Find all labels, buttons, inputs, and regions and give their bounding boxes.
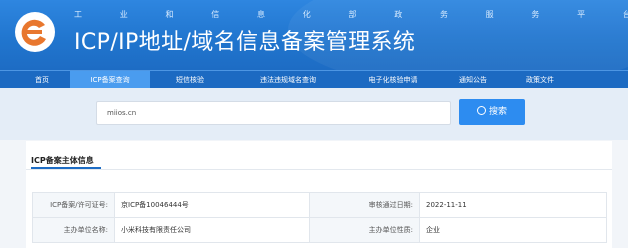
search-area: miios.cn 搜索: [0, 88, 628, 140]
section-title: ICP备案主体信息: [31, 156, 94, 165]
miit-logo-icon[interactable]: [12, 8, 58, 54]
license-number-value: 京ICP备10046444号: [114, 192, 310, 218]
table-row: ICP备案/许可证号: 京ICP备10046444号 审核通过日期: 2022-…: [32, 192, 607, 218]
icp-info-table: ICP备案/许可证号: 京ICP备10046444号 审核通过日期: 2022-…: [32, 192, 607, 243]
nav-item-e-verify-apply[interactable]: 电子化核验申请: [348, 71, 438, 89]
section-divider: [26, 169, 612, 170]
search-button-label: 搜索: [488, 107, 507, 117]
nav-item-home[interactable]: 首页: [22, 71, 62, 89]
nav-item-notices[interactable]: 通知公告: [448, 71, 498, 89]
organizer-name-label: 主办单位名称:: [32, 217, 115, 243]
icp-subject-info-panel: ICP备案主体信息 ICP备案/许可证号: 京ICP备10046444号 审核通…: [26, 141, 612, 248]
search-icon: [476, 106, 486, 115]
nav-item-policy-docs[interactable]: 政策文件: [510, 71, 570, 89]
organizer-type-value: 企业: [419, 217, 607, 243]
site-title: ICP/IP地址/域名信息备案管理系统: [74, 30, 416, 55]
table-row: 主办单位名称: 小米科技有限责任公司 主办单位性质: 企业: [32, 217, 607, 243]
organizer-type-label: 主办单位性质:: [309, 217, 420, 243]
main-nav: 首页 ICP备案查询 短信核验 违法违规域名查询 电子化核验申请 通知公告 政策…: [0, 70, 628, 89]
license-number-label: ICP备案/许可证号:: [32, 192, 115, 218]
search-input[interactable]: miios.cn: [96, 101, 451, 125]
platform-subtitle: 工 业 和 信 息 化 部 政 务 服 务 平 台: [74, 10, 628, 19]
nav-item-illegal-domain-query[interactable]: 违法违规域名查询: [238, 71, 338, 89]
search-button[interactable]: 搜索: [459, 99, 525, 125]
nav-item-sms-verify[interactable]: 短信核验: [160, 71, 220, 89]
approval-date-label: 审核通过日期:: [309, 192, 420, 218]
site-header: 工 业 和 信 息 化 部 政 务 服 务 平 台 ICP/IP地址/域名信息备…: [0, 0, 628, 70]
approval-date-value: 2022-11-11: [419, 192, 607, 218]
nav-item-icp-query[interactable]: ICP备案查询: [70, 71, 150, 89]
organizer-name-value: 小米科技有限责任公司: [114, 217, 310, 243]
